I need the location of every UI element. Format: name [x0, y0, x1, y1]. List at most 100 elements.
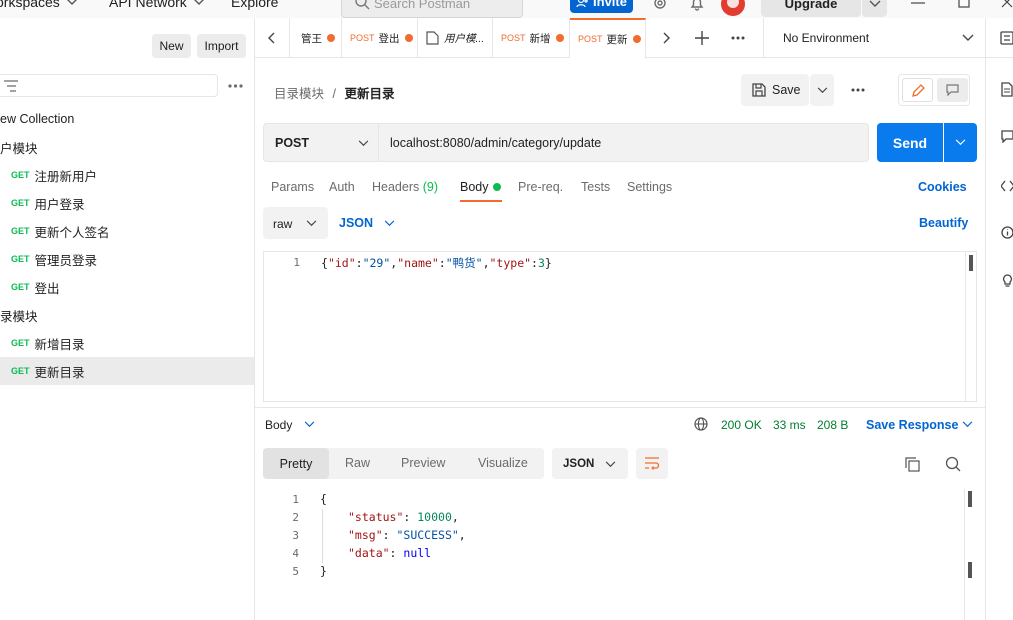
related-icon[interactable] — [1001, 274, 1013, 288]
view-tab-raw[interactable]: Raw — [345, 456, 370, 470]
request-label: 更新个人签名 — [34, 225, 110, 240]
upgrade-button[interactable]: Upgrade — [761, 0, 861, 17]
request-tab[interactable]: POST 新增 — [493, 18, 570, 58]
close-icon[interactable] — [1001, 0, 1013, 8]
request-item[interactable]: GET 管理员登录 — [0, 245, 254, 273]
request-tab[interactable]: 用户模... — [418, 18, 493, 58]
request-item[interactable]: GET 登出 — [0, 273, 254, 301]
save-options-button[interactable] — [810, 74, 834, 106]
chevron-down-icon[interactable] — [384, 220, 395, 227]
response-body-label[interactable]: Body — [265, 418, 292, 432]
send-button[interactable]: Send — [877, 123, 943, 162]
import-button[interactable]: Import — [197, 34, 246, 58]
view-tab-pretty[interactable]: Pretty — [263, 448, 329, 479]
request-item[interactable]: GET 用户登录 — [0, 189, 254, 217]
code-icon[interactable] — [1001, 180, 1013, 192]
breadcrumb-current[interactable]: 更新目录 — [344, 87, 394, 101]
beautify-button[interactable]: Beautify — [919, 216, 968, 230]
wrap-lines-button[interactable] — [636, 448, 668, 479]
tab-prereq[interactable]: Pre-req. — [518, 180, 563, 194]
info-icon[interactable] — [1001, 226, 1013, 239]
chevron-down-icon — [358, 140, 369, 147]
minimize-icon[interactable] — [911, 2, 925, 6]
request-item[interactable]: GET 注册新用户 — [0, 161, 254, 189]
save-icon — [752, 83, 766, 97]
workspaces-menu[interactable]: orkspaces — [0, 0, 78, 10]
body-type-select[interactable]: raw — [263, 207, 328, 239]
tab-body[interactable]: Body — [460, 180, 489, 194]
response-time[interactable]: 33 ms — [773, 418, 806, 432]
view-tab-visualize[interactable]: Visualize — [478, 456, 528, 470]
scrollbar[interactable] — [965, 252, 977, 401]
folder-label: 录模块 — [0, 309, 38, 324]
tab-scroll-left[interactable] — [255, 18, 290, 58]
comment-mode-button[interactable] — [937, 78, 968, 102]
response-size[interactable]: 208 B — [817, 418, 848, 432]
tab-tests[interactable]: Tests — [581, 180, 610, 194]
scrollbar-thumb[interactable] — [968, 562, 972, 578]
more-actions-icon[interactable] — [851, 88, 865, 92]
save-response-button[interactable]: Save Response — [866, 418, 958, 432]
response-format-select[interactable]: JSON — [552, 448, 628, 479]
language-select[interactable]: JSON — [339, 216, 373, 230]
bell-icon[interactable] — [689, 0, 705, 11]
url-input[interactable]: localhost:8080/admin/category/update — [390, 136, 601, 150]
explore-link[interactable]: Explore — [231, 0, 278, 10]
more-options-icon[interactable] — [228, 84, 243, 88]
response-body-viewer[interactable]: 1 2 3 4 5 { "status": 10000, "msg": "SUC… — [263, 489, 977, 620]
chevron-down-icon[interactable] — [304, 421, 315, 428]
chevron-down-icon[interactable] — [962, 421, 973, 428]
request-body-editor[interactable]: 1 {"id":"29","name":"鸭货","type":3} — [263, 251, 977, 402]
breadcrumb-parent[interactable]: 目录模块 — [274, 87, 324, 101]
tab-auth[interactable]: Auth — [329, 180, 355, 194]
settings-icon[interactable] — [652, 0, 668, 11]
collection-item[interactable]: ew Collection — [0, 105, 254, 133]
documentation-icon[interactable] — [1001, 82, 1013, 97]
cookies-link[interactable]: Cookies — [918, 180, 967, 194]
tab-headers[interactable]: Headers (9) — [372, 180, 438, 194]
invite-button[interactable]: Invite — [570, 0, 633, 13]
comments-icon[interactable] — [1001, 130, 1013, 143]
unsaved-dot — [404, 34, 413, 42]
request-item[interactable]: GET 更新个人签名 — [0, 217, 254, 245]
folder-item[interactable]: 户模块 — [0, 133, 254, 161]
edit-mode-button[interactable] — [902, 78, 933, 102]
search-icon[interactable] — [945, 456, 961, 472]
method-select[interactable]: POST — [264, 124, 379, 161]
environment-selector[interactable]: No Environment — [763, 18, 985, 58]
request-tab[interactable]: POST 登出 — [342, 18, 418, 58]
tab-method: POST — [501, 33, 526, 43]
request-item-active[interactable]: GET 更新目录 — [0, 357, 254, 385]
globe-icon[interactable] — [694, 417, 708, 431]
environment-quicklook[interactable] — [985, 18, 1013, 58]
upgrade-menu-button[interactable] — [862, 0, 887, 17]
new-button[interactable]: New — [152, 34, 191, 58]
request-item[interactable]: GET 新增目录 — [0, 329, 254, 357]
tab-params[interactable]: Params — [271, 180, 314, 194]
status-code[interactable]: 200 OK — [721, 418, 762, 432]
search-input[interactable]: Search Postman — [341, 0, 523, 18]
scrollbar-thumb[interactable] — [969, 255, 973, 271]
response-format-label: JSON — [563, 458, 595, 470]
request-tab[interactable]: 管王 — [290, 18, 342, 58]
document-icon — [426, 31, 439, 45]
save-button[interactable]: Save — [741, 74, 809, 106]
request-tab-active[interactable]: POST 更新 — [570, 18, 646, 58]
maximize-icon[interactable] — [958, 0, 970, 8]
unsaved-dot — [327, 34, 335, 42]
filter-input[interactable] — [0, 74, 218, 97]
scrollbar[interactable] — [964, 489, 976, 620]
tab-settings[interactable]: Settings — [627, 180, 672, 194]
add-tab-icon[interactable] — [695, 31, 709, 45]
method-badge: GET — [11, 254, 30, 264]
chevron-down-icon — [869, 0, 880, 7]
copy-icon[interactable] — [905, 457, 920, 472]
scrollbar-thumb[interactable] — [968, 491, 972, 507]
view-tab-preview[interactable]: Preview — [401, 456, 445, 470]
folder-item[interactable]: 录模块 — [0, 301, 254, 329]
send-options-button[interactable] — [944, 123, 977, 162]
avatar[interactable] — [721, 0, 745, 16]
api-network-menu[interactable]: API Network — [109, 0, 205, 10]
chevron-right-icon[interactable] — [662, 32, 670, 44]
more-tabs-icon[interactable] — [731, 36, 745, 40]
